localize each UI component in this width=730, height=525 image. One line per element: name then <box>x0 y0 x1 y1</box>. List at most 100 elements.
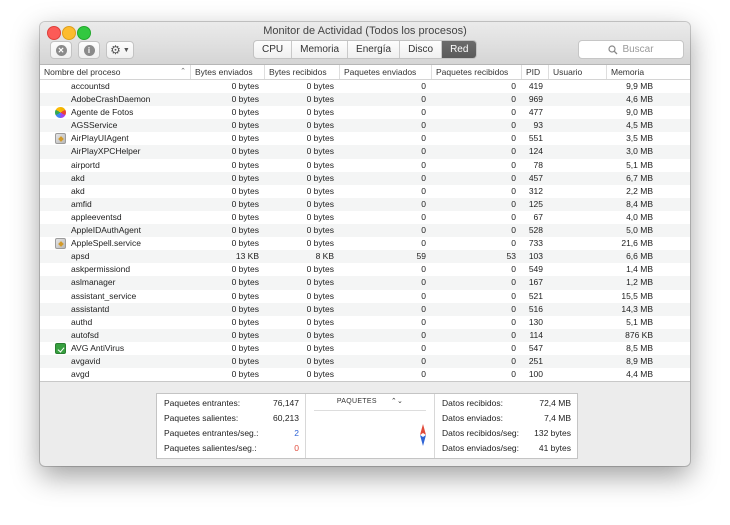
tab-cpu[interactable]: CPU <box>254 41 291 58</box>
table-row[interactable]: AppleSpell.service 0 bytes 0 bytes 0 0 733 21,… <box>40 237 690 250</box>
cell-memory: 8,4 MB <box>626 198 653 209</box>
table-row[interactable]: AdobeCrashDaemon 0 bytes 0 bytes 0 0 969 4,6 M… <box>40 93 690 107</box>
cell-packets-received: 53 <box>506 251 516 262</box>
cell-user <box>553 290 606 303</box>
tab-disco[interactable]: Disco <box>399 41 441 58</box>
cell-packets-received: 0 <box>511 225 516 236</box>
cell-packets-received: 0 <box>511 290 516 301</box>
cell-name: AirPlayUIAgent <box>71 133 129 144</box>
cell-name: askpermissiond <box>71 264 131 275</box>
activity-monitor-window: Monitor de Actividad (Todos los procesos… <box>40 22 690 466</box>
cell-memory: 9,9 MB <box>626 81 653 91</box>
cell-bytes-received: 0 bytes <box>306 198 334 209</box>
cell-pid: 78 <box>533 159 543 170</box>
table-row[interactable]: authd 0 bytes 0 bytes 0 0 130 5,1 MB <box>40 316 690 329</box>
table-row[interactable]: akd 0 bytes 0 bytes 0 0 312 2,2 MB <box>40 185 690 198</box>
cell-user <box>553 316 606 329</box>
column-header-bytes-received[interactable]: Bytes recibidos <box>264 65 339 79</box>
cell-bytes-sent: 0 bytes <box>231 198 259 209</box>
cell-bytes-sent: 0 bytes <box>231 172 259 183</box>
cell-bytes-sent: 0 bytes <box>231 264 259 275</box>
table-row[interactable]: assistant_service 0 bytes 0 bytes 0 0 521 15,5… <box>40 290 690 303</box>
table-row[interactable]: amfid 0 bytes 0 bytes 0 0 125 8,4 MB <box>40 197 690 211</box>
cell-pid: 477 <box>528 107 543 118</box>
stat-label: Paquetes entrantes: <box>164 398 241 408</box>
cell-packets-received: 0 <box>511 303 516 314</box>
cell-bytes-received: 0 bytes <box>306 225 334 236</box>
column-header-label: Memoria <box>611 67 645 77</box>
stop-icon: ✕ <box>55 44 67 56</box>
cell-user <box>553 211 606 224</box>
table-row[interactable]: avgd 0 bytes 0 bytes 0 0 100 4,4 MB <box>40 368 690 381</box>
column-header-label: Bytes enviados <box>195 67 253 77</box>
column-header-packets-received[interactable]: Paquetes recibidos <box>431 65 521 79</box>
cell-user <box>553 159 606 172</box>
cell-bytes-received: 0 bytes <box>306 159 334 170</box>
table-row[interactable]: AVG AntiVirus 0 bytes 0 bytes 0 0 547 8,5 MB <box>40 342 690 355</box>
cell-packets-received: 0 <box>511 355 516 366</box>
cell-bytes-received: 0 bytes <box>306 290 334 301</box>
cell-name: akd <box>71 172 85 183</box>
tab-energia[interactable]: Energía <box>347 41 399 58</box>
table-row[interactable]: appleeventsd 0 bytes 0 bytes 0 0 67 4,0 MB <box>40 211 690 224</box>
cell-bytes-received: 0 bytes <box>306 238 334 249</box>
cell-memory: 876 KB <box>625 329 653 340</box>
cell-name: airportd <box>71 159 100 170</box>
cell-bytes-sent: 0 bytes <box>231 355 259 366</box>
cell-name: autofsd <box>71 329 99 340</box>
cell-pid: 549 <box>528 264 543 275</box>
stop-process-button[interactable]: ✕ <box>50 41 72 59</box>
cell-user <box>553 132 606 145</box>
table-row[interactable]: Agente de Fotos 0 bytes 0 bytes 0 0 477 9,0 MB <box>40 106 690 119</box>
cell-user <box>553 303 606 316</box>
cell-pid: 114 <box>529 329 543 340</box>
window-title: Monitor de Actividad (Todos los procesos… <box>263 25 467 37</box>
table-row[interactable]: AGSService 0 bytes 0 bytes 0 0 93 4,5 MB <box>40 119 690 133</box>
column-header-packets-sent[interactable]: Paquetes enviados <box>339 65 431 79</box>
column-header-bytes-sent[interactable]: Bytes enviados <box>190 65 264 79</box>
network-graph: PAQUETES ⌃⌄ <box>306 394 435 458</box>
table-row[interactable]: assistantd 0 bytes 0 bytes 0 0 516 14,3 MB <box>40 302 690 316</box>
table-row[interactable]: askpermissiond 0 bytes 0 bytes 0 0 549 1,4 MB <box>40 263 690 276</box>
table-row[interactable]: accountsd 0 bytes 0 bytes 0 0 419 9,9 MB <box>40 80 690 93</box>
table-row[interactable]: aslmanager 0 bytes 0 bytes 0 0 167 1,2 MB <box>40 276 690 290</box>
cell-pid: 521 <box>528 290 543 301</box>
app-icon <box>55 133 66 145</box>
stat-value: 132 bytes <box>534 428 571 438</box>
stat-value: 0 <box>294 443 299 453</box>
table-row[interactable]: apsd 13 KB 8 KB 59 53 103 6,6 MB <box>40 250 690 264</box>
cell-user <box>553 80 606 93</box>
table-row[interactable]: avgavid 0 bytes 0 bytes 0 0 251 8,9 MB <box>40 354 690 369</box>
cell-pid: 100 <box>528 369 543 380</box>
column-header-name[interactable]: Nombre del proceso ⌃ <box>40 65 190 79</box>
network-stats-panel: Paquetes entrantes: 76,147 Paquetes salien… <box>156 393 578 459</box>
cell-packets-sent: 0 <box>421 211 426 222</box>
table-header: Nombre del proceso ⌃ Bytes enviados Bytes r… <box>40 65 690 80</box>
cell-bytes-sent: 0 bytes <box>231 342 259 353</box>
table-row[interactable]: airportd 0 bytes 0 bytes 0 0 78 5,1 MB <box>40 159 690 172</box>
table-row[interactable]: AirPlayXPCHelper 0 bytes 0 bytes 0 0 124 3,0 M… <box>40 145 690 159</box>
info-icon: i <box>83 44 95 56</box>
search-placeholder: Buscar <box>622 44 654 55</box>
inspect-process-button[interactable]: i <box>78 41 100 59</box>
table-row[interactable]: akd 0 bytes 0 bytes 0 0 457 6,7 MB <box>40 171 690 185</box>
cell-pid: 93 <box>533 120 543 131</box>
column-header-label: Bytes recibidos <box>269 67 327 77</box>
table-row[interactable]: autofsd 0 bytes 0 bytes 0 0 114 876 KB <box>40 328 690 342</box>
search-field[interactable]: Buscar <box>578 40 684 59</box>
cell-memory: 5,1 MB <box>626 316 653 327</box>
table-row[interactable]: AppleIDAuthAgent 0 bytes 0 bytes 0 0 528 5,0 M… <box>40 224 690 238</box>
graph-type-selector[interactable]: PAQUETES ⌃⌄ <box>306 397 434 405</box>
column-header-pid[interactable]: PID <box>521 65 548 79</box>
tab-memoria[interactable]: Memoria <box>291 41 347 58</box>
cell-name: avgavid <box>71 355 101 366</box>
cell-user <box>553 250 606 263</box>
cell-memory: 4,4 MB <box>626 369 653 380</box>
tab-red[interactable]: Red <box>441 41 477 58</box>
actions-menu-button[interactable]: ⚙ ▼ <box>106 41 134 59</box>
cell-packets-received: 0 <box>511 185 516 196</box>
column-header-memory[interactable]: Memoria <box>606 65 690 79</box>
table-row[interactable]: AirPlayUIAgent 0 bytes 0 bytes 0 0 551 3,5 MB <box>40 132 690 145</box>
column-header-user[interactable]: Usuario <box>548 65 606 79</box>
stat-row: Datos recibidos: 72,4 MB <box>435 396 577 411</box>
